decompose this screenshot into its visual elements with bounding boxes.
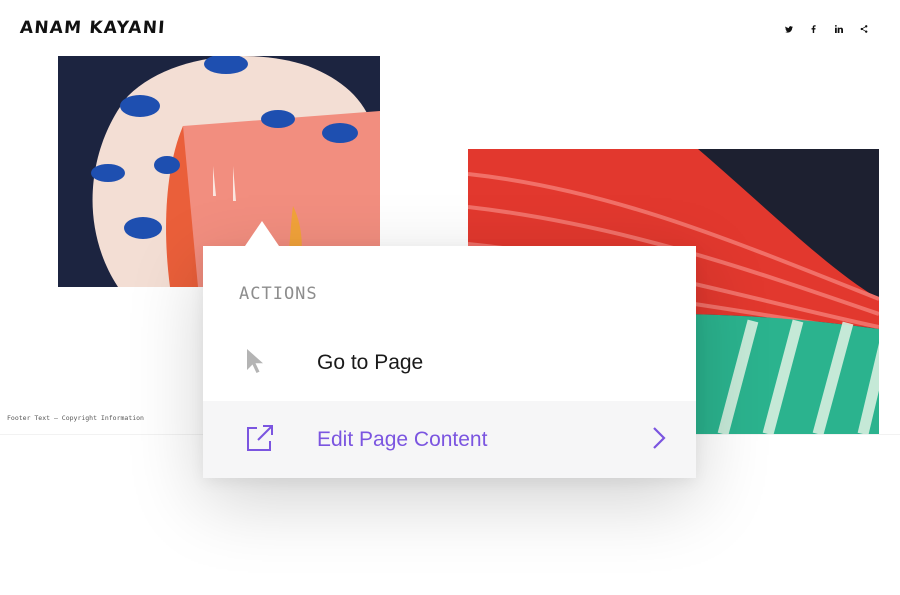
actions-menu: ACTIONS Go to Page Edit Page Content [203, 221, 696, 478]
facebook-icon[interactable] [801, 23, 826, 35]
menu-caret [245, 221, 279, 246]
edit-page-content-item[interactable]: Edit Page Content [203, 401, 696, 478]
menu-heading: ACTIONS [239, 284, 318, 304]
go-to-page-label: Go to Page [317, 351, 424, 374]
share-icon[interactable] [851, 23, 876, 35]
social-links [776, 23, 876, 35]
cursor-icon [245, 348, 265, 378]
edit-page-content-label: Edit Page Content [317, 427, 488, 451]
site-title[interactable]: ANAM KAYANI [19, 18, 166, 38]
linkedin-icon[interactable] [826, 23, 851, 35]
chevron-right-icon [652, 426, 666, 454]
external-link-icon [245, 423, 275, 457]
footer-copyright: Footer Text – Copyright Information [7, 414, 144, 422]
go-to-page-item[interactable]: Go to Page [203, 324, 696, 402]
twitter-icon[interactable] [776, 23, 801, 35]
